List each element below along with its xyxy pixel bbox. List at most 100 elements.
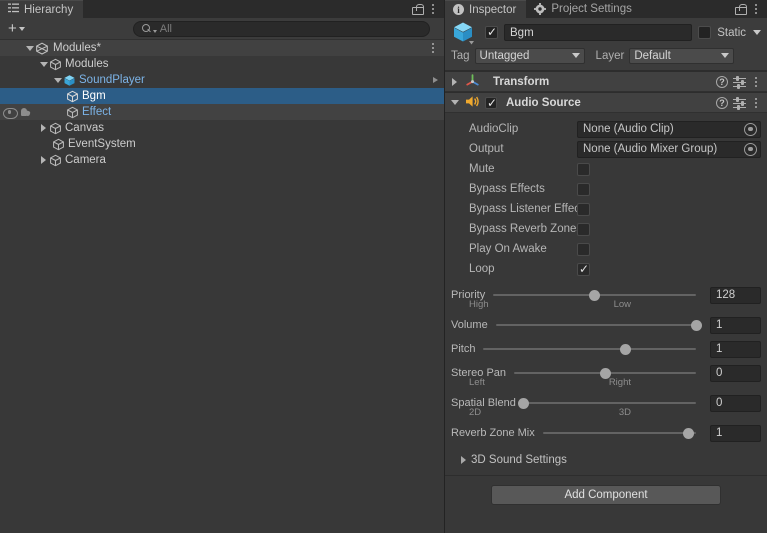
hierarchy-row-scene[interactable]: Modules*	[0, 40, 444, 56]
hierarchy-row-camera[interactable]: Camera	[0, 152, 444, 168]
loop-checkbox[interactable]	[577, 262, 590, 277]
preset-sliders-icon[interactable]	[733, 96, 746, 110]
twisty-closed-icon[interactable]	[38, 155, 49, 166]
hand-icon[interactable]	[19, 107, 30, 118]
pitch-slider[interactable]	[475, 339, 704, 359]
slider-knob[interactable]	[690, 320, 702, 331]
spatial-blend-slider[interactable]	[516, 393, 704, 413]
twisty-open-icon[interactable]	[52, 75, 63, 86]
static-checkbox[interactable]	[698, 26, 712, 39]
audio-source-enabled-checkbox[interactable]	[485, 96, 497, 111]
reverb-zone-mix-value-field[interactable]: 1	[710, 424, 761, 442]
prefab-cube-icon[interactable]	[451, 20, 477, 46]
hierarchy-row-canvas[interactable]: Canvas	[0, 120, 444, 136]
property-label: Output	[469, 143, 504, 155]
hierarchy-row-soundplayer[interactable]: SoundPlayer	[0, 72, 444, 88]
gameobject-header: Bgm Static Tag Untagged Layer Default	[445, 18, 767, 71]
hierarchy-row-label: SoundPlayer	[79, 74, 145, 86]
hierarchy-row-eventsystem[interactable]: EventSystem	[0, 136, 444, 152]
audioclip-object-field[interactable]: None (Audio Clip)	[577, 120, 761, 138]
slider-knob[interactable]	[518, 398, 530, 409]
bypass-effects-checkbox[interactable]	[577, 182, 590, 196]
static-dropdown-caret-icon[interactable]	[753, 30, 761, 35]
search-input[interactable]: All	[132, 20, 430, 37]
property-pitch: Pitch 1	[451, 339, 761, 359]
transform-axis-icon	[465, 73, 480, 90]
preset-sliders-icon[interactable]	[733, 75, 746, 89]
audio-speaker-icon	[465, 95, 480, 111]
volume-slider[interactable]	[488, 315, 704, 335]
twisty-closed-icon[interactable]	[449, 76, 460, 87]
property-label: Reverb Zone Mix	[451, 427, 535, 439]
hierarchy-row-label: Modules*	[53, 42, 101, 54]
hierarchy-tabbar-actions	[406, 0, 444, 18]
stereo-pan-value: 0	[716, 367, 723, 379]
bypass-reverb-zones-checkbox[interactable]	[577, 222, 590, 236]
slider-knob[interactable]	[599, 368, 611, 379]
kebab-menu-icon[interactable]	[428, 3, 438, 15]
twisty-open-icon[interactable]	[38, 59, 49, 70]
spatial-blend-value-field[interactable]: 0	[710, 394, 761, 412]
layer-dropdown[interactable]: Default	[629, 47, 735, 64]
slider-knob[interactable]	[589, 290, 601, 301]
lock-open-icon[interactable]	[412, 3, 424, 15]
property-bypass-reverb-zones: Bypass Reverb Zones	[451, 219, 761, 239]
kebab-menu-icon[interactable]	[751, 3, 761, 15]
prefab-open-chevron[interactable]	[433, 72, 438, 88]
hierarchy-row-label: Effect	[82, 106, 112, 118]
gameobject-name-field[interactable]: Bgm	[504, 24, 693, 41]
priority-slider[interactable]	[485, 285, 704, 305]
gameobject-name-value: Bgm	[510, 26, 534, 39]
property-play-on-awake: Play On Awake	[451, 239, 761, 259]
component-header-transform[interactable]: Transform ?	[445, 71, 767, 92]
help-icon[interactable]: ?	[716, 96, 728, 109]
lock-open-icon[interactable]	[735, 3, 747, 15]
volume-value: 1	[716, 319, 723, 331]
tab-project-settings[interactable]: Project Settings	[526, 0, 642, 18]
eye-icon[interactable]	[3, 107, 18, 119]
create-gameobject-button[interactable]: +	[4, 20, 29, 37]
circle-select-icon[interactable]	[744, 142, 757, 156]
hierarchy-row-effect[interactable]: Effect	[0, 104, 444, 120]
add-component-button[interactable]: Add Component	[491, 485, 721, 505]
hierarchy-row-bgm[interactable]: Bgm	[0, 88, 444, 104]
bypass-listener-effects-checkbox[interactable]	[577, 202, 590, 216]
output-object-field[interactable]: None (Audio Mixer Group)	[577, 140, 761, 158]
search-icon	[141, 24, 151, 33]
twisty-closed-icon[interactable]	[38, 123, 49, 134]
kebab-menu-icon[interactable]	[751, 97, 761, 109]
tag-dropdown[interactable]: Untagged	[474, 47, 585, 64]
slider-knob[interactable]	[683, 428, 695, 439]
circle-select-icon[interactable]	[744, 122, 757, 136]
kebab-menu-icon[interactable]	[751, 76, 761, 88]
property-label: Loop	[469, 263, 495, 275]
tab-inspector[interactable]: i Inspector	[445, 0, 527, 18]
stereo-pan-value-field[interactable]: 0	[710, 364, 761, 382]
reverb-zone-mix-slider[interactable]	[535, 423, 704, 443]
stereo-pan-slider[interactable]	[506, 363, 704, 383]
pitch-value-field[interactable]: 1	[710, 340, 761, 358]
help-icon[interactable]: ?	[716, 75, 728, 88]
chevron-down-icon	[571, 53, 580, 58]
component-header-audio-source[interactable]: Audio Source ?	[445, 92, 767, 113]
tab-project-settings-label: Project Settings	[551, 3, 632, 15]
twisty-open-icon[interactable]	[449, 97, 460, 108]
hierarchy-toolbar: + All	[0, 18, 444, 40]
mute-checkbox[interactable]	[577, 162, 590, 176]
hierarchy-row-modules[interactable]: Modules	[0, 56, 444, 72]
play-on-awake-checkbox[interactable]	[577, 242, 590, 256]
slider-knob[interactable]	[619, 344, 631, 355]
gameobject-enabled-checkbox[interactable]	[485, 25, 498, 40]
scene-row-menu[interactable]	[428, 40, 438, 56]
layer-label: Layer	[595, 49, 625, 62]
foldout-3d-sound-settings[interactable]: 3D Sound Settings	[451, 449, 761, 471]
kebab-menu-icon[interactable]	[428, 42, 438, 54]
property-bypass-listener-effects: Bypass Listener Effec	[451, 199, 761, 219]
property-audioclip: AudioClip None (Audio Clip)	[451, 119, 761, 139]
priority-value-field[interactable]: 128	[710, 286, 761, 304]
volume-value-field[interactable]: 1	[710, 316, 761, 334]
static-label: Static	[717, 26, 746, 39]
tab-hierarchy[interactable]: Hierarchy	[0, 0, 84, 18]
hierarchy-tabbar-filler	[83, 0, 406, 18]
twisty-open-icon[interactable]	[24, 43, 35, 54]
